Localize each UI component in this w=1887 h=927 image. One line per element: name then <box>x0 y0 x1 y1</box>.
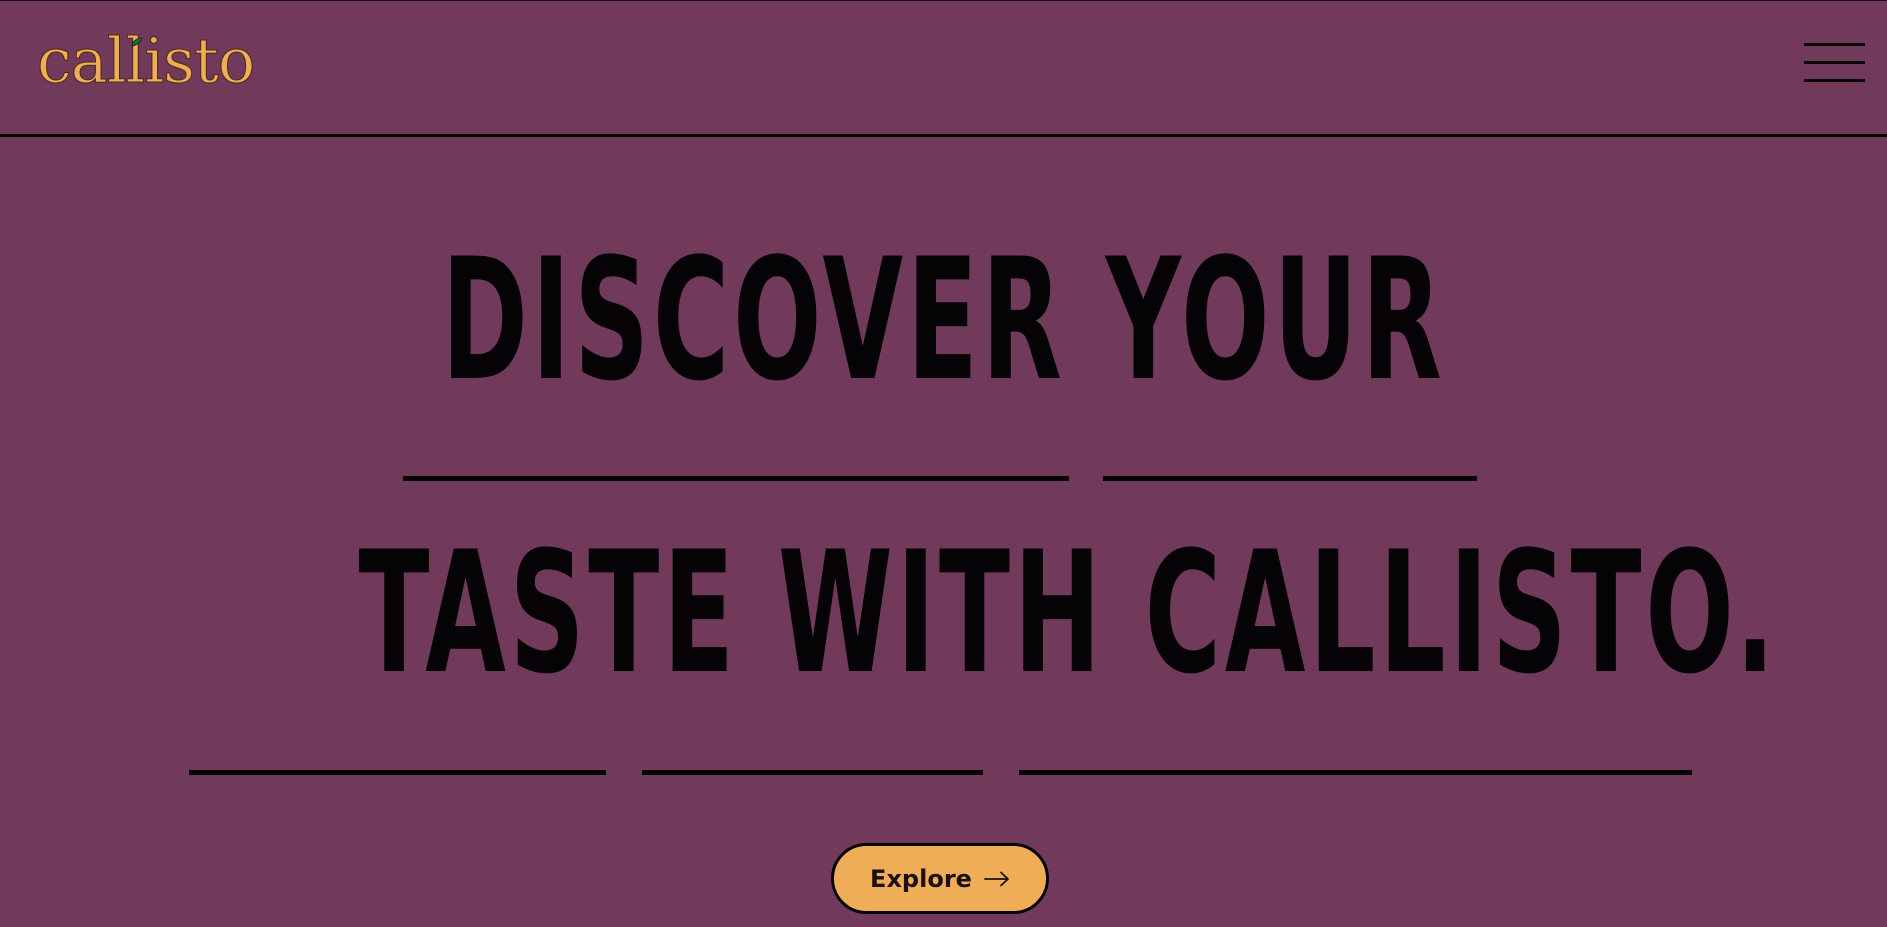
headline-underline <box>189 770 606 775</box>
explore-button-label: Explore <box>870 864 972 893</box>
headline-underline <box>642 770 983 775</box>
logo-text: callisto <box>36 24 255 97</box>
leaf-icon <box>131 37 143 47</box>
hamburger-menu-icon[interactable] <box>1804 43 1865 83</box>
hero-headline-line2: TASTE WITH CALLISTO. <box>358 515 1779 711</box>
hero-headline-line1: DISCOVER YOUR <box>441 222 1446 418</box>
menu-bar <box>1804 79 1865 82</box>
menu-bar <box>1804 43 1865 46</box>
arrow-right-icon <box>984 871 1009 886</box>
explore-button[interactable]: Explore <box>831 843 1049 914</box>
callisto-logo[interactable]: callisto <box>36 28 255 93</box>
menu-bar <box>1804 61 1865 64</box>
headline-underline <box>1019 770 1692 775</box>
headline-underline <box>1103 476 1477 481</box>
headline-underline <box>403 476 1069 481</box>
site-header: callisto <box>0 0 1887 137</box>
